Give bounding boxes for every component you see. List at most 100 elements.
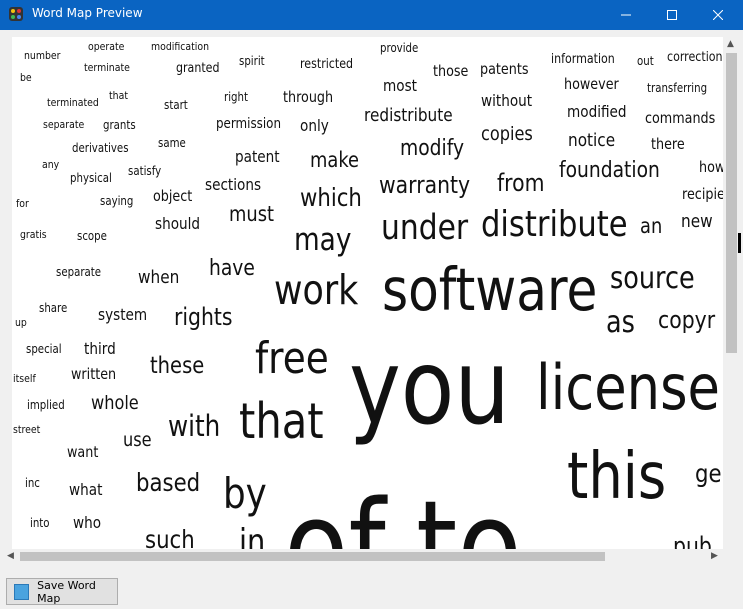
- word: same: [158, 136, 186, 150]
- scroll-left-icon[interactable]: ◀: [7, 551, 14, 561]
- word: terminated: [47, 96, 99, 109]
- word: granted: [176, 61, 220, 76]
- word: however: [564, 75, 619, 93]
- scroll-right-icon[interactable]: ▶: [711, 551, 718, 561]
- word: should: [155, 214, 201, 233]
- word: any: [42, 158, 60, 171]
- word: warranty: [379, 171, 471, 199]
- minimize-button[interactable]: [603, 0, 649, 30]
- word: an: [640, 214, 663, 238]
- word: source: [610, 261, 695, 296]
- word: pub: [673, 532, 712, 549]
- word: modification: [151, 40, 210, 53]
- word: rights: [174, 303, 233, 331]
- word: may: [294, 222, 352, 258]
- scroll-up-icon[interactable]: ▲: [727, 39, 734, 49]
- word: work: [274, 266, 359, 314]
- word: what: [69, 480, 103, 499]
- word: who: [73, 513, 102, 532]
- image-save-icon: [14, 583, 30, 600]
- word: grants: [103, 118, 136, 132]
- word: as: [606, 305, 635, 340]
- word: of: [284, 475, 386, 549]
- word: notice: [568, 130, 616, 151]
- word: this: [567, 440, 667, 514]
- vertical-scrollbar[interactable]: ▲: [723, 37, 740, 549]
- word: modify: [400, 136, 465, 161]
- word: these: [150, 353, 205, 379]
- word: new: [681, 211, 713, 232]
- word: make: [310, 148, 360, 172]
- window-edge-divider: [738, 233, 741, 253]
- word: use: [123, 429, 152, 451]
- word: correction: [667, 50, 723, 65]
- word: terminate: [84, 61, 130, 74]
- word: patents: [480, 60, 529, 78]
- word: redistribute: [364, 105, 453, 126]
- word: start: [164, 98, 188, 112]
- word: right: [224, 90, 248, 104]
- word: for: [16, 197, 29, 210]
- word: those: [433, 62, 469, 80]
- word: implied: [27, 398, 65, 412]
- word: to: [416, 475, 522, 549]
- word: separate: [56, 265, 102, 279]
- word: whole: [91, 392, 139, 414]
- word: gratis: [20, 228, 47, 241]
- close-button[interactable]: [695, 0, 741, 30]
- word: copies: [481, 123, 533, 145]
- save-word-map-button[interactable]: Save Word Map: [6, 578, 118, 605]
- word: information: [551, 52, 615, 67]
- word-map-canvas: number operate modification spirit restr…: [12, 37, 723, 549]
- word: inc: [25, 476, 40, 490]
- word: into: [30, 516, 50, 530]
- word: special: [26, 342, 62, 356]
- word: software: [382, 255, 598, 324]
- word: that: [109, 89, 128, 102]
- word: you: [349, 328, 510, 448]
- word: scope: [77, 229, 107, 243]
- word: without: [481, 91, 533, 110]
- word: in: [239, 522, 266, 549]
- word: third: [84, 339, 116, 358]
- word: street: [13, 423, 41, 436]
- word: written: [71, 365, 117, 383]
- word: commands: [645, 109, 716, 127]
- word: itself: [13, 372, 36, 385]
- word: modified: [567, 102, 627, 121]
- word: which: [300, 183, 362, 212]
- word: based: [136, 468, 201, 497]
- word: separate: [43, 118, 85, 131]
- word: only: [300, 116, 329, 135]
- word: foundation: [559, 158, 660, 183]
- horizontal-scroll-thumb[interactable]: [20, 552, 605, 561]
- vertical-scroll-thumb[interactable]: [726, 53, 737, 353]
- title-bar: Word Map Preview: [0, 0, 743, 30]
- word: derivatives: [72, 141, 129, 155]
- word: physical: [70, 171, 112, 185]
- word: from: [497, 169, 545, 197]
- word: that: [239, 393, 324, 450]
- word: patent: [235, 147, 280, 166]
- word: free: [255, 333, 329, 384]
- word: copyr: [658, 306, 716, 334]
- word: want: [67, 443, 99, 461]
- word: transferring: [647, 81, 708, 95]
- word: ge: [695, 459, 722, 488]
- minimize-icon: [621, 14, 631, 16]
- word: provide: [380, 41, 419, 55]
- horizontal-scrollbar[interactable]: ◀ ▶: [3, 549, 723, 564]
- maximize-button[interactable]: [649, 0, 695, 30]
- word: must: [229, 202, 275, 226]
- word: license: [536, 351, 720, 424]
- word: have: [209, 256, 255, 281]
- word: object: [153, 187, 193, 205]
- word: how: [699, 158, 723, 176]
- word: most: [383, 76, 417, 95]
- word: recipie: [682, 185, 723, 203]
- word: operate: [88, 40, 125, 53]
- word: share: [39, 301, 68, 315]
- maximize-icon: [667, 10, 677, 20]
- word: out: [637, 54, 654, 68]
- word: with: [168, 409, 221, 443]
